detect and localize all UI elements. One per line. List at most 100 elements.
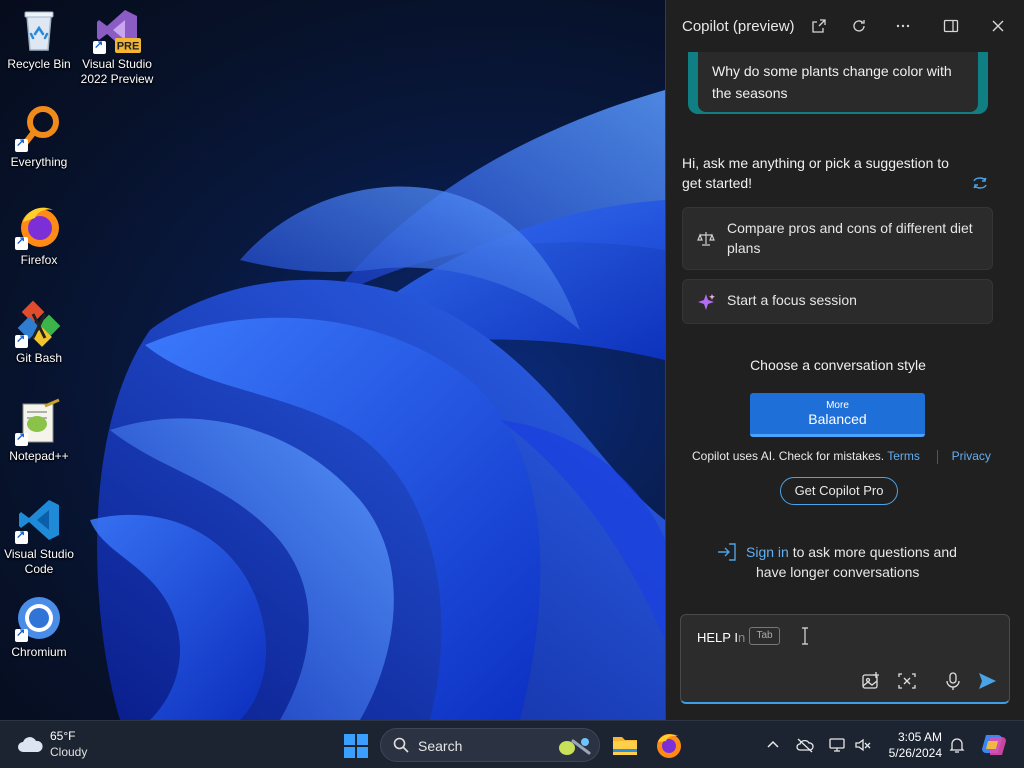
desktop-icon-firefox[interactable]: Firefox xyxy=(2,202,76,268)
vscode-icon xyxy=(15,496,63,544)
split-view-icon[interactable] xyxy=(939,14,963,38)
microphone-icon[interactable] xyxy=(943,671,963,691)
weather-widget[interactable]: 65°F Cloudy xyxy=(16,729,106,761)
display-icon[interactable] xyxy=(828,736,846,754)
desktop-icon-vscode[interactable]: Visual Studio Code xyxy=(2,496,76,577)
suggestion-focus-session[interactable]: Start a focus session xyxy=(682,279,993,324)
chromium-icon xyxy=(15,594,63,642)
chat-input[interactable]: HELP In Tab xyxy=(680,614,1010,704)
chat-input-text[interactable]: HELP In xyxy=(697,630,745,645)
get-copilot-pro-button[interactable]: Get Copilot Pro xyxy=(780,477,898,505)
start-button[interactable] xyxy=(343,733,369,759)
signin-prompt: Sign in to ask more questions and have l… xyxy=(716,542,976,582)
git-bash-icon xyxy=(15,300,63,348)
suggestion-label: Start a focus session xyxy=(727,292,857,308)
firefox-icon xyxy=(657,734,681,758)
desktop: Recycle Bin PRE Visual Studio 2022 Previ… xyxy=(0,0,665,720)
notifications-bell-icon[interactable] xyxy=(948,736,966,754)
everything-search-icon xyxy=(15,104,63,152)
search-label: Search xyxy=(418,738,463,754)
more-options-icon[interactable] xyxy=(891,14,915,38)
pre-badge: PRE xyxy=(117,41,140,53)
desktop-icon-label: Everything xyxy=(10,155,68,169)
recycle-bin-icon xyxy=(15,6,63,54)
cloudy-weather-icon xyxy=(18,737,43,752)
copilot-panel: Copilot (preview) Why do some plants cha… xyxy=(665,0,1024,720)
style-balanced-button[interactable]: More Balanced xyxy=(750,393,925,437)
wallpaper-bloom xyxy=(90,90,665,720)
disclaimer: Copilot uses AI. Check for mistakes. Ter… xyxy=(692,449,991,464)
copilot-header: Copilot (preview) xyxy=(666,0,1024,52)
refresh-suggestions-icon[interactable] xyxy=(970,174,990,192)
taskbar-search[interactable]: Search xyxy=(380,728,600,762)
file-explorer-taskbar-button[interactable] xyxy=(610,730,640,760)
copilot-icon xyxy=(982,735,1006,755)
refresh-icon[interactable] xyxy=(847,14,871,38)
screenshot-icon[interactable] xyxy=(897,671,917,691)
typed-text: HELP I xyxy=(697,630,738,645)
conversation-style-title: Choose a conversation style xyxy=(750,357,926,373)
desktop-icon-label: Notepad++ xyxy=(9,449,69,463)
suggestion-diet-plans[interactable]: Compare pros and cons of different diet … xyxy=(682,207,993,270)
suggestion-text: Why do some plants change color with the… xyxy=(698,52,978,112)
close-icon[interactable] xyxy=(986,14,1010,38)
sparkle-icon xyxy=(698,294,715,310)
sign-in-icon xyxy=(718,543,736,561)
signin-text: to ask more questions and xyxy=(792,544,957,560)
shortcut-arrow-icon xyxy=(15,332,28,348)
volume-muted-icon[interactable] xyxy=(854,736,872,754)
notepadpp-icon xyxy=(15,398,63,446)
shortcut-arrow-icon xyxy=(93,38,106,54)
desktop-icon-visual-studio-preview[interactable]: PRE Visual Studio 2022 Preview xyxy=(80,6,154,87)
autocomplete-ghost-text: n xyxy=(737,630,746,645)
shortcut-arrow-icon xyxy=(15,430,28,446)
visual-studio-preview-icon: PRE xyxy=(93,6,141,54)
send-icon[interactable] xyxy=(977,671,997,691)
desktop-icon-label: Recycle Bin xyxy=(7,57,71,71)
desktop-icon-chromium[interactable]: Chromium xyxy=(2,594,76,660)
divider xyxy=(937,449,939,464)
desktop-icon-label: Chromium xyxy=(11,645,67,659)
file-explorer-icon xyxy=(613,737,637,755)
desktop-icon-label: Visual Studio Code xyxy=(4,547,74,576)
desktop-icon-notepadpp[interactable]: Notepad++ xyxy=(2,398,76,464)
suggestion-label: Compare pros and cons of different diet … xyxy=(727,220,973,256)
shortcut-arrow-icon xyxy=(15,234,28,250)
cloud-offline-icon[interactable] xyxy=(796,736,814,754)
shortcut-arrow-icon xyxy=(15,136,28,152)
greeting-text: Hi, ask me anything or pick a suggestion… xyxy=(682,155,949,191)
desktop-icon-label: Visual Studio 2022 Preview xyxy=(80,57,154,86)
search-highlight-icon xyxy=(559,738,591,755)
firefox-icon xyxy=(15,202,63,250)
terms-link[interactable]: Terms xyxy=(887,449,920,463)
weather-temp: 65°F xyxy=(50,729,76,743)
windows-logo-icon xyxy=(344,734,368,758)
desktop-icon-label: Git Bash xyxy=(15,351,63,365)
desktop-icon-recycle-bin[interactable]: Recycle Bin xyxy=(2,6,76,72)
shortcut-arrow-icon xyxy=(15,528,28,544)
desktop-icon-label: Firefox xyxy=(20,253,58,267)
firefox-taskbar-button[interactable] xyxy=(654,730,684,760)
clock-date: 5/26/2024 xyxy=(888,746,942,760)
shortcut-arrow-icon xyxy=(15,626,28,642)
open-in-new-icon[interactable] xyxy=(807,14,831,38)
copilot-taskbar-button[interactable] xyxy=(980,731,1008,759)
add-image-icon[interactable] xyxy=(861,671,881,691)
scales-icon xyxy=(697,232,715,246)
clock[interactable]: 3:05 AM 5/26/2024 xyxy=(880,729,942,761)
desktop-icon-everything[interactable]: Everything xyxy=(2,104,76,170)
privacy-link[interactable]: Privacy xyxy=(952,449,991,463)
search-icon xyxy=(393,737,409,753)
suggestion-card-top[interactable]: Why do some plants change color with the… xyxy=(688,52,988,114)
style-more-label: More xyxy=(826,400,849,411)
copilot-title: Copilot (preview) xyxy=(682,18,795,35)
sign-in-link[interactable]: Sign in xyxy=(746,544,789,560)
chevron-up-icon[interactable] xyxy=(764,736,782,754)
signin-text-line2: have longer conversations xyxy=(756,564,920,580)
disclaimer-text: Copilot uses AI. Check for mistakes. xyxy=(692,449,885,463)
tab-key-hint: Tab xyxy=(749,627,780,645)
clock-time: 3:05 AM xyxy=(897,730,942,744)
weather-condition: Cloudy xyxy=(50,745,88,759)
desktop-icon-git-bash[interactable]: Git Bash xyxy=(2,300,76,366)
taskbar: 65°F Cloudy Search 3:05 AM 5/26/2024 xyxy=(0,720,1024,768)
